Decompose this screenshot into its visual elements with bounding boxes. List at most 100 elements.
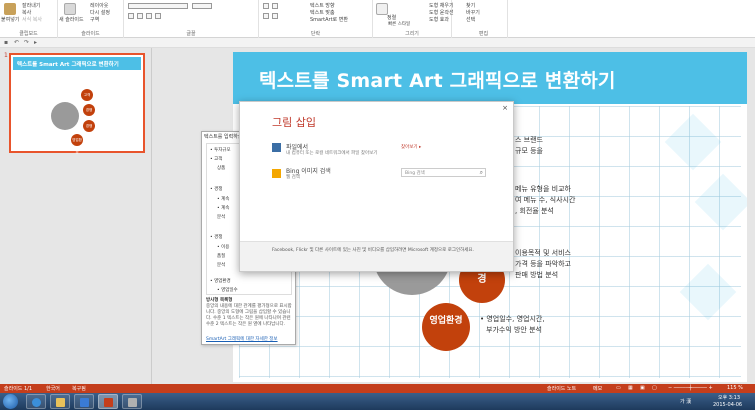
- sign-in-message: Facebook, Flickr 및 다른 사이트에 있는 사진 및 비디오를 …: [272, 248, 475, 253]
- find-button[interactable]: 찾기: [466, 2, 475, 9]
- redo-icon[interactable]: ↷: [24, 39, 29, 46]
- ribbon: 붙여넣기 잘라내기 복사 서식 복사 클립보드 새 슬라이드 레이아웃 다시 설…: [0, 0, 755, 38]
- normal-view-icon[interactable]: ▭: [616, 385, 621, 391]
- text-pane-item[interactable]: • 계속: [217, 205, 229, 211]
- taskbar-media[interactable]: [74, 394, 94, 409]
- smartart-help-link[interactable]: SmartArt 그래픽에 대한 자세한 정보: [206, 336, 278, 342]
- notes-button[interactable]: 슬라이드 노트: [547, 385, 576, 392]
- text-pane-item[interactable]: • 투자규모: [210, 147, 231, 153]
- font-size-select[interactable]: [192, 3, 212, 9]
- text-pane-item[interactable]: • 계속: [217, 196, 229, 202]
- zoom-slider[interactable]: − ─────┼───── +: [668, 385, 713, 391]
- bullet-line: • 영업일수, 영업시간,: [480, 315, 545, 323]
- text-pane-item[interactable]: • 고객: [210, 156, 222, 162]
- quick-access-toolbar: ▪ ↶ ↷ ▸: [0, 38, 755, 48]
- bullets-icon[interactable]: [263, 3, 269, 9]
- bullet-line: 이용목적 및 서비스: [515, 249, 571, 257]
- save-icon[interactable]: ▪: [4, 39, 8, 46]
- shape-outline-button[interactable]: 도형 윤곽선: [429, 9, 454, 16]
- text-pane-item[interactable]: • 영업환경: [210, 278, 231, 284]
- smartart-circle-business-environment[interactable]: 영업환경: [422, 303, 470, 351]
- slide-title[interactable]: 텍스트를 Smart Art 그래픽으로 변환하기: [259, 66, 616, 93]
- language-indicator[interactable]: 한국어: [46, 385, 60, 392]
- zoom-level[interactable]: 115 %: [727, 385, 743, 391]
- insert-picture-dialog: × 그림 삽입 파일에서 내 컴퓨터 또는 로컬 네트워크에서 파일 찾아보기 …: [239, 101, 514, 272]
- bing-search-input[interactable]: Bing 검색 ⌕: [401, 168, 486, 177]
- slide-bullet-text[interactable]: 이용목적 및 서비스 가격 등을 파악하고 판매 방법 분석: [515, 248, 571, 281]
- start-button[interactable]: [3, 394, 18, 409]
- theme-name: 복구됨: [72, 386, 86, 392]
- shape-effects-button[interactable]: 도형 효과: [429, 16, 449, 23]
- computer-icon: [272, 143, 281, 152]
- text-pane-item[interactable]: 상품: [217, 165, 225, 171]
- start-from-beginning-icon[interactable]: ▸: [34, 39, 37, 46]
- ime-indicator[interactable]: 가 漢: [680, 398, 691, 405]
- select-button[interactable]: 선택: [466, 16, 475, 23]
- taskbar-ie[interactable]: [26, 394, 46, 409]
- cut-button[interactable]: 잘라내기: [22, 2, 40, 9]
- replace-button[interactable]: 바꾸기: [466, 9, 480, 16]
- slide-sorter-icon[interactable]: ▦: [628, 385, 633, 391]
- section-button[interactable]: 구역: [90, 16, 99, 23]
- layout-button[interactable]: 레이아웃: [90, 2, 108, 9]
- text-align-button[interactable]: 텍스트 맞춤: [310, 9, 335, 16]
- text-pane-item[interactable]: • 경쟁: [210, 234, 222, 240]
- layout-description: 방사형 목록형 중앙의 내용에 대한 관계를 평가형으로 표시합니다. 중앙의 …: [206, 298, 292, 328]
- bullet-line: 판매 방법 분석: [515, 271, 559, 279]
- status-bar: 슬라이드 1/1 한국어 복구됨 슬라이드 노트 메모 ▭ ▦ ▣ ▢ − ──…: [0, 384, 755, 393]
- paragraph-group: 텍스트 방향 텍스트 맞춤 SmartArt로 변환 단락: [259, 0, 373, 38]
- search-icon[interactable]: ⌕: [480, 169, 483, 177]
- italic-icon[interactable]: [137, 13, 143, 19]
- align-center-icon[interactable]: [272, 13, 278, 19]
- browse-link[interactable]: 찾아보기 ▸: [401, 144, 421, 150]
- strikethrough-icon[interactable]: [155, 13, 161, 19]
- smartart-button[interactable]: SmartArt로 변환: [310, 16, 348, 23]
- new-slide-button[interactable]: 새 슬라이드: [59, 16, 84, 23]
- format-painter-button[interactable]: 서식 복사: [22, 16, 42, 23]
- bullet-line: 스 브랜드: [515, 136, 543, 144]
- text-pane-item[interactable]: 분석: [217, 214, 225, 220]
- text-pane-item[interactable]: • 영업일수: [217, 287, 238, 293]
- text-pane-item[interactable]: • 경쟁: [210, 186, 222, 192]
- editing-group-label: 편집: [478, 31, 489, 37]
- clipboard-group-label: 클립보드: [19, 31, 38, 37]
- numbering-icon[interactable]: [272, 3, 278, 9]
- quick-styles-button[interactable]: 빠른 스타일: [388, 21, 410, 27]
- clock-date[interactable]: 2015-04-06: [713, 402, 742, 408]
- paste-button[interactable]: 붙여넣기: [1, 16, 19, 23]
- shape-fill-button[interactable]: 도형 채우기: [429, 2, 454, 9]
- font-name-select[interactable]: [128, 3, 188, 9]
- thumbnail-circle: 영업환경: [71, 134, 83, 154]
- slide-bullet-text[interactable]: • 영업일수, 영업시간, 부가수익 방안 분석: [480, 314, 545, 336]
- comments-button[interactable]: 메모: [593, 385, 602, 392]
- close-icon[interactable]: ×: [502, 104, 508, 112]
- arrange-button[interactable]: 정렬: [387, 14, 396, 21]
- text-pane-item[interactable]: • 이용: [217, 244, 229, 250]
- folder-icon: [56, 398, 65, 407]
- copy-button[interactable]: 복사: [22, 9, 31, 16]
- text-direction-button[interactable]: 텍스트 방향: [310, 2, 335, 9]
- slide-bullet-text[interactable]: 메뉴 유형을 비교하 여 메뉴 수, 식사시간 , 회전율 분석: [515, 184, 575, 217]
- slide-thumbnail[interactable]: 텍스트를 Smart Art 그래픽으로 변환하기 고객 경쟁 경쟁 영업환경: [9, 53, 145, 154]
- reset-button[interactable]: 다시 설정: [90, 9, 110, 16]
- taskbar: 가 漢 오후 3:13 2015-04-06: [0, 393, 755, 410]
- taskbar-powerpoint[interactable]: [98, 394, 118, 409]
- undo-icon[interactable]: ↶: [14, 39, 19, 46]
- slide-bullet-text[interactable]: 스 브랜드 규모 등을: [515, 135, 543, 157]
- dialog-footer: Facebook, Flickr 및 다른 사이트에 있는 사진 및 비디오를 …: [240, 241, 513, 271]
- thumbnail-circle: 경쟁: [83, 120, 95, 132]
- ie-icon: [32, 398, 41, 407]
- text-pane-item[interactable]: 품질: [217, 253, 225, 259]
- paragraph-group-label: 단락: [310, 31, 321, 37]
- reading-view-icon[interactable]: ▣: [640, 385, 645, 391]
- text-pane-item[interactable]: 분석: [217, 262, 225, 268]
- bold-icon[interactable]: [128, 13, 134, 19]
- slideshow-icon[interactable]: ▢: [652, 385, 657, 391]
- clock-time[interactable]: 오후 3:13: [718, 394, 740, 401]
- underline-icon[interactable]: [146, 13, 152, 19]
- taskbar-app[interactable]: [122, 394, 142, 409]
- slides-group: 새 슬라이드 레이아웃 다시 설정 구역 슬라이드: [58, 0, 124, 38]
- align-left-icon[interactable]: [263, 13, 269, 19]
- taskbar-explorer[interactable]: [50, 394, 70, 409]
- bullet-line: , 회전율 분석: [515, 207, 554, 215]
